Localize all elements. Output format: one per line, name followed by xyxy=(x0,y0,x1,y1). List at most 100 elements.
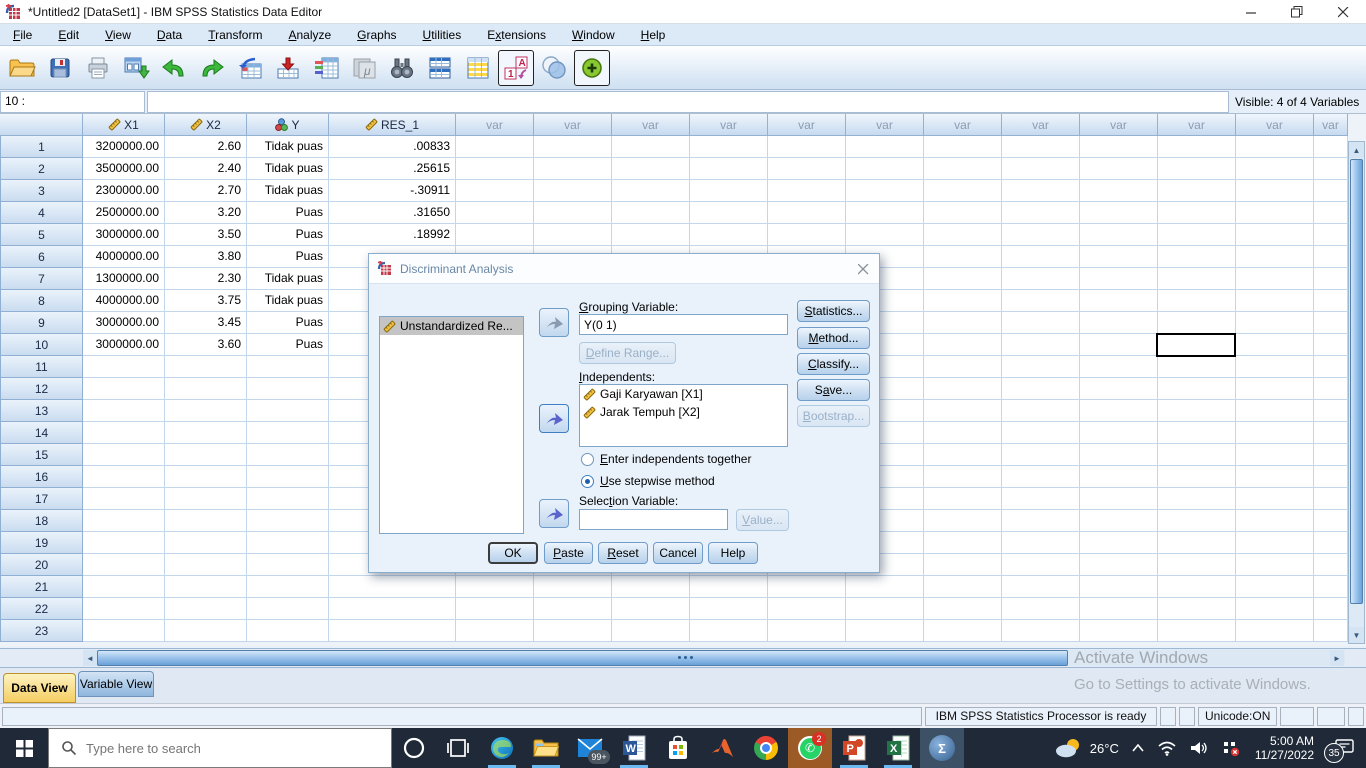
cell[interactable] xyxy=(1080,158,1158,180)
cell[interactable] xyxy=(846,180,924,202)
cell[interactable] xyxy=(1158,378,1236,400)
cell[interactable] xyxy=(1158,268,1236,290)
cell[interactable] xyxy=(612,620,690,642)
cell[interactable] xyxy=(1158,400,1236,422)
cell[interactable] xyxy=(846,620,924,642)
tab-data-view[interactable]: Data View xyxy=(3,673,76,703)
tab-variable-view[interactable]: Variable View xyxy=(78,671,154,697)
cell[interactable] xyxy=(456,158,534,180)
cell[interactable] xyxy=(165,400,247,422)
column-header-var[interactable]: var xyxy=(768,114,846,136)
cell[interactable] xyxy=(768,224,846,246)
row-header-9[interactable]: 9 xyxy=(0,312,83,334)
cell[interactable] xyxy=(1002,444,1080,466)
cell[interactable] xyxy=(456,598,534,620)
cell[interactable] xyxy=(1002,488,1080,510)
statistics-button[interactable]: Statistics... xyxy=(797,300,870,322)
cell[interactable] xyxy=(1080,202,1158,224)
cell[interactable] xyxy=(1314,136,1348,158)
cell[interactable] xyxy=(247,554,329,576)
cell[interactable]: 3000000.00 xyxy=(83,312,165,334)
cell[interactable] xyxy=(247,466,329,488)
column-header-var[interactable]: var xyxy=(456,114,534,136)
cell[interactable] xyxy=(1080,488,1158,510)
start-button[interactable] xyxy=(0,728,48,768)
menu-extensions[interactable]: Extensions xyxy=(474,24,559,46)
cell[interactable] xyxy=(165,356,247,378)
cell[interactable] xyxy=(1158,532,1236,554)
radio-stepwise[interactable]: Use stepwise method xyxy=(581,474,715,488)
chrome-taskbar-icon[interactable] xyxy=(744,728,788,768)
source-variable-list[interactable]: Unstandardized Re... xyxy=(379,316,524,534)
whatsapp-taskbar-icon[interactable]: ✆2 xyxy=(788,728,832,768)
move-independents-arrow-button[interactable] xyxy=(539,404,569,433)
cell[interactable] xyxy=(1080,422,1158,444)
cell[interactable] xyxy=(1236,268,1314,290)
move-selection-arrow-button[interactable] xyxy=(539,499,569,528)
cell[interactable] xyxy=(1080,444,1158,466)
notification-center-icon[interactable]: 35 xyxy=(1322,728,1366,768)
cell[interactable] xyxy=(1314,620,1348,642)
cell[interactable] xyxy=(1080,598,1158,620)
column-header-var[interactable]: var xyxy=(1080,114,1158,136)
row-header-1[interactable]: 1 xyxy=(0,136,83,158)
ok-button[interactable]: OK xyxy=(488,542,538,564)
column-header-var[interactable]: var xyxy=(1002,114,1080,136)
cell[interactable] xyxy=(1080,334,1158,356)
cell[interactable]: Tidak puas xyxy=(247,180,329,202)
cell[interactable] xyxy=(924,202,1002,224)
cell[interactable] xyxy=(1158,444,1236,466)
cell[interactable]: 3.50 xyxy=(165,224,247,246)
cell[interactable] xyxy=(1236,554,1314,576)
scroll-down-arrow[interactable]: ▼ xyxy=(1349,627,1364,643)
cell[interactable]: Puas xyxy=(247,312,329,334)
cell[interactable] xyxy=(924,400,1002,422)
cell[interactable] xyxy=(1002,136,1080,158)
independent-item[interactable]: Gaji Karyawan [X1] xyxy=(580,385,787,403)
cell[interactable] xyxy=(329,576,456,598)
cell[interactable] xyxy=(846,202,924,224)
cell[interactable] xyxy=(1158,180,1236,202)
cell[interactable] xyxy=(1080,224,1158,246)
row-header-18[interactable]: 18 xyxy=(0,510,83,532)
open-data-icon[interactable] xyxy=(4,50,40,86)
column-header-var[interactable]: var xyxy=(1236,114,1314,136)
vertical-scroll-thumb[interactable] xyxy=(1350,159,1363,604)
cell[interactable] xyxy=(165,466,247,488)
cell[interactable] xyxy=(924,532,1002,554)
cell[interactable] xyxy=(1158,246,1236,268)
cell[interactable] xyxy=(83,488,165,510)
cell[interactable] xyxy=(1158,576,1236,598)
cell[interactable] xyxy=(924,422,1002,444)
cell[interactable] xyxy=(1314,334,1348,356)
cell[interactable]: .25615 xyxy=(329,158,456,180)
cell[interactable] xyxy=(1080,400,1158,422)
row-header-10[interactable]: 10 xyxy=(0,334,83,356)
cell[interactable] xyxy=(924,136,1002,158)
taskbar-search[interactable] xyxy=(48,728,392,768)
cell[interactable]: 2500000.00 xyxy=(83,202,165,224)
descriptives-icon[interactable]: μ xyxy=(346,50,382,86)
search-input[interactable] xyxy=(86,741,336,756)
cell[interactable]: .00833 xyxy=(329,136,456,158)
cell[interactable] xyxy=(690,224,768,246)
cell[interactable] xyxy=(690,136,768,158)
word-taskbar-icon[interactable]: W xyxy=(612,728,656,768)
row-header-21[interactable]: 21 xyxy=(0,576,83,598)
cell[interactable] xyxy=(1158,136,1236,158)
column-header-var[interactable]: var xyxy=(612,114,690,136)
save-button[interactable]: Save... xyxy=(797,379,870,401)
column-header-var[interactable]: var xyxy=(1158,114,1236,136)
source-variable-item[interactable]: Unstandardized Re... xyxy=(380,317,523,335)
classify-button[interactable]: Classify... xyxy=(797,353,870,375)
cell[interactable] xyxy=(83,510,165,532)
cell[interactable] xyxy=(1236,532,1314,554)
cell[interactable] xyxy=(1158,510,1236,532)
cell[interactable] xyxy=(612,158,690,180)
move-grouping-arrow-button[interactable] xyxy=(539,308,569,337)
cell[interactable]: -.30911 xyxy=(329,180,456,202)
independents-list[interactable]: Gaji Karyawan [X1] Jarak Tempuh [X2] xyxy=(579,384,788,447)
cell[interactable] xyxy=(1314,180,1348,202)
cell[interactable] xyxy=(1002,312,1080,334)
store-taskbar-icon[interactable] xyxy=(656,728,700,768)
